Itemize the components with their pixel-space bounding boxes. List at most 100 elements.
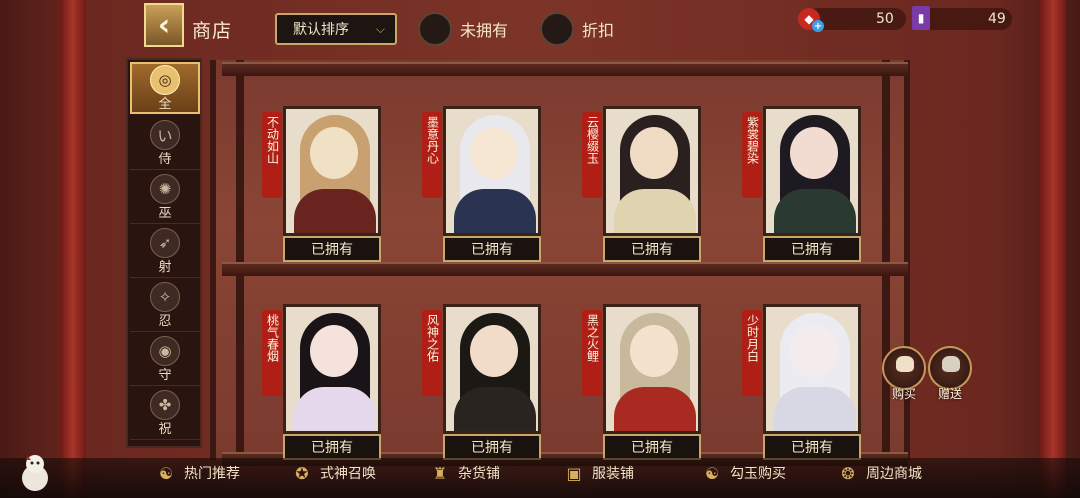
archer-icon: ➶	[150, 228, 180, 258]
skin-name: 少时月白	[745, 314, 760, 362]
nav-label: 勾玉购买	[730, 466, 786, 482]
portrait-face	[790, 127, 838, 179]
nav-label: 杂货铺	[458, 466, 500, 482]
skin-name: 不动如山	[265, 116, 280, 164]
hot-icon: ☯	[158, 463, 174, 483]
portrait-body	[454, 387, 536, 431]
sort-label: 默认排序	[293, 22, 349, 38]
portrait-face	[310, 325, 358, 377]
chevron-left-icon: ‹	[157, 7, 171, 43]
nav-label: 热门推荐	[184, 466, 240, 482]
category-sidebar: ◎ 全 い 侍 ✺ 巫 ➶ 射 ✧ 忍 ◉ 守 ✤ 祝	[126, 58, 202, 448]
sidebar-item-label: 射	[158, 260, 172, 275]
skin-name: 风神之佑	[425, 314, 440, 362]
skin-portrait	[443, 106, 541, 236]
portrait-face	[630, 325, 678, 377]
portrait-body	[774, 189, 856, 233]
sidebar-item-label: 全	[158, 96, 172, 112]
page-title: 商店	[192, 20, 233, 42]
chevron-down-icon: ⌵	[375, 22, 385, 36]
summon-icon: ✪	[295, 463, 309, 483]
owned-badge: 已拥有	[763, 236, 861, 262]
buy-button[interactable]: 购买	[882, 346, 926, 401]
owned-badge: 已拥有	[603, 434, 701, 460]
shelf-post-left	[236, 60, 244, 460]
skin-portrait	[603, 304, 701, 434]
shaman-icon: ✺	[150, 174, 180, 204]
gift-button[interactable]: 赠送	[928, 346, 972, 401]
shelf-post-right	[882, 60, 890, 460]
portrait-face	[310, 127, 358, 179]
skin-name-banner: 墨意丹心	[422, 112, 442, 198]
owned-badge: 已拥有	[443, 434, 541, 460]
mascot-icon	[22, 455, 48, 491]
skin-name-banner: 云樱缀玉	[582, 112, 602, 198]
skin-name-banner: 风神之佑	[422, 310, 442, 396]
skin-name: 桃气春烟	[265, 314, 280, 362]
owned-badge: 已拥有	[763, 434, 861, 460]
sidebar-item-guardian[interactable]: ◉ 守	[130, 334, 200, 386]
left-pillar	[60, 0, 86, 498]
skin-portrait	[603, 106, 701, 236]
portrait-body	[294, 189, 376, 233]
buy-label: 购买	[891, 387, 916, 401]
toggle-circle-icon	[540, 12, 574, 46]
nav-label: 式神召唤	[320, 466, 376, 482]
skin-portrait	[283, 304, 381, 434]
filter-label: 未拥有	[460, 21, 509, 40]
filter-discount[interactable]: 折扣	[540, 12, 614, 46]
shelf-top	[222, 62, 908, 76]
samurai-icon: い	[150, 120, 180, 150]
skin-name: 紫裳碧染	[745, 116, 760, 164]
skin-name: 墨意丹心	[425, 116, 440, 164]
sidebar-item-samurai[interactable]: い 侍	[130, 118, 200, 170]
owned-badge: 已拥有	[283, 434, 381, 460]
sort-dropdown[interactable]: 默认排序 ⌵	[275, 13, 397, 45]
merch-icon: ❂	[841, 463, 855, 483]
sidebar-item-ninja[interactable]: ✧ 忍	[130, 280, 200, 332]
filter-not-owned[interactable]: 未拥有	[418, 12, 508, 46]
portrait-face	[470, 325, 518, 377]
add-currency-icon[interactable]: +	[812, 20, 824, 32]
guardian-icon: ◉	[150, 336, 180, 366]
owned-badge: 已拥有	[443, 236, 541, 262]
ticket-count: 49	[988, 11, 1006, 27]
nav-clothing-store[interactable]: ▣ 服装铺	[562, 461, 634, 485]
sidebar-item-shaman[interactable]: ✺ 巫	[130, 172, 200, 224]
skin-portrait	[763, 106, 861, 236]
sidebar-item-all[interactable]: ◎ 全	[130, 62, 200, 114]
shelf-middle	[222, 262, 908, 276]
skin-name-banner: 紫裳碧染	[742, 112, 762, 198]
sidebar-item-blessing[interactable]: ✤ 祝	[130, 388, 200, 440]
portrait-body	[614, 189, 696, 233]
portrait-face	[790, 325, 838, 377]
card-ticket-icon: ▮	[912, 6, 930, 30]
back-button[interactable]: ‹	[144, 3, 184, 47]
owned-badge: 已拥有	[603, 236, 701, 262]
sidebar-item-label: 侍	[158, 152, 172, 167]
skin-name-banner: 桃气春烟	[262, 310, 282, 396]
nav-merch-mall[interactable]: ❂ 周边商城	[836, 461, 922, 485]
portrait-body	[294, 387, 376, 431]
nav-label: 周边商城	[866, 466, 922, 482]
portrait-body	[774, 387, 856, 431]
store-icon: ♜	[432, 463, 448, 483]
magatama-icon: ☯	[704, 463, 720, 483]
nav-magatama-purchase[interactable]: ☯ 勾玉购买	[700, 461, 786, 485]
owned-badge: 已拥有	[283, 236, 381, 262]
nav-shikigami-summon[interactable]: ✪ 式神召唤	[290, 461, 376, 485]
sidebar-item-label: 巫	[158, 206, 172, 221]
skin-name-banner: 不动如山	[262, 112, 282, 198]
clothing-icon: ▣	[566, 463, 582, 483]
nav-label: 服装铺	[592, 466, 634, 482]
gift-icon	[942, 356, 960, 372]
nav-general-store[interactable]: ♜ 杂货铺	[428, 461, 500, 485]
toggle-circle-icon	[418, 12, 452, 46]
skin-name: 黑之火鲤	[585, 314, 600, 362]
cat-bag-icon	[896, 356, 914, 372]
portrait-body	[614, 387, 696, 431]
sidebar-item-label: 祝	[158, 422, 172, 437]
ninja-icon: ✧	[150, 282, 180, 312]
nav-hot-recommend[interactable]: ☯ 热门推荐	[154, 461, 240, 485]
sidebar-item-archer[interactable]: ➶ 射	[130, 226, 200, 278]
